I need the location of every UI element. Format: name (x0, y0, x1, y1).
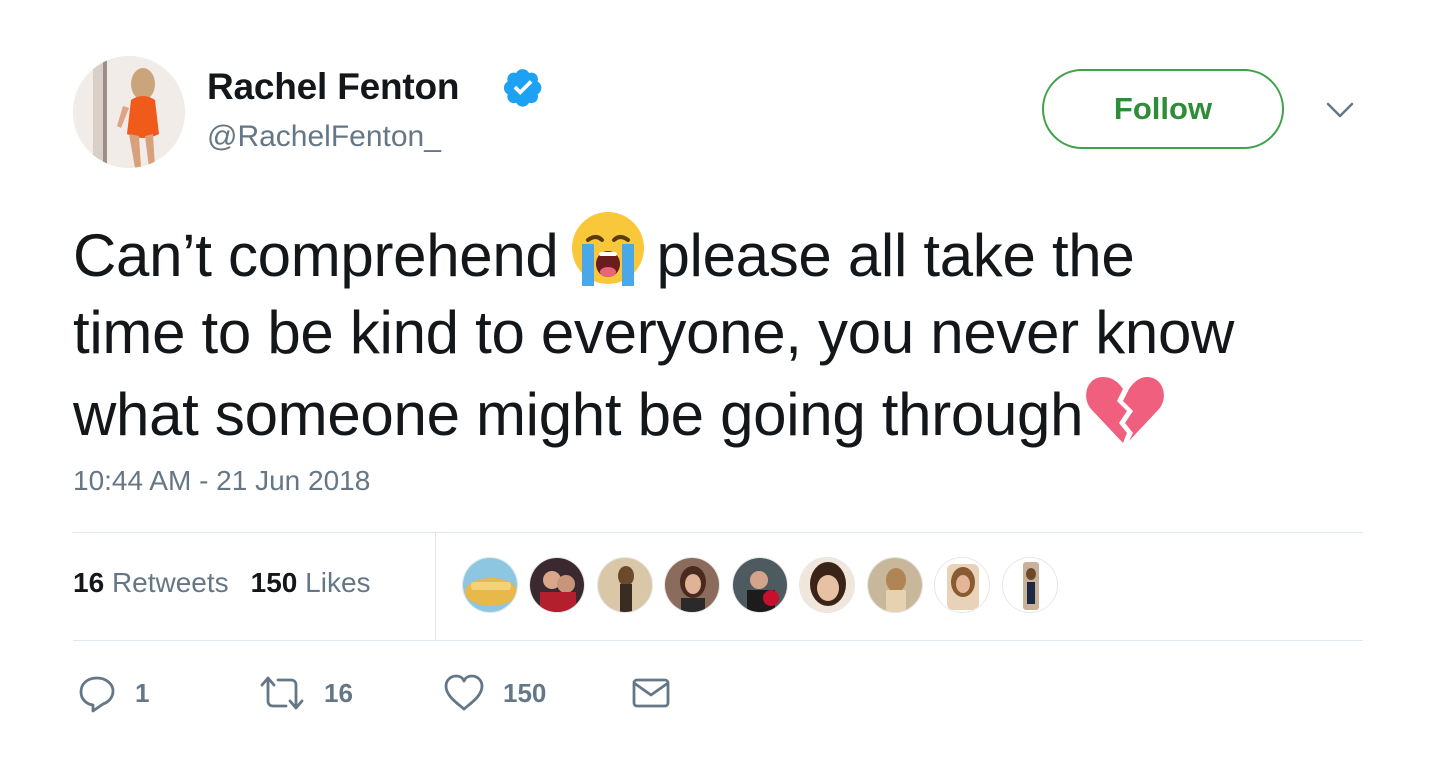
liker-avatar[interactable] (462, 557, 518, 613)
direct-message-button[interactable] (631, 668, 671, 718)
loudly-crying-face-icon (572, 212, 645, 286)
retweets-count: 16 (73, 567, 105, 598)
reply-count: 1 (135, 677, 150, 708)
likes-stat[interactable]: 150 Likes (251, 567, 371, 598)
liker-avatar[interactable] (867, 557, 923, 613)
chevron-down-icon[interactable] (1322, 96, 1358, 124)
tweet-stats: 16 Retweets 150 Likes (73, 567, 371, 599)
liker-avatar[interactable] (597, 557, 653, 613)
user-handle[interactable]: @RachelFenton_ (207, 120, 441, 154)
liker-avatar[interactable] (529, 557, 585, 613)
retweet-count: 16 (324, 677, 353, 708)
likes-label: Likes (305, 567, 371, 598)
divider (73, 640, 1363, 641)
user-display-name[interactable]: Rachel Fenton (207, 66, 460, 108)
like-count: 150 (503, 677, 547, 708)
tweet-text-part: Can’t comprehend (73, 222, 559, 289)
liker-avatar[interactable] (664, 557, 720, 613)
verified-badge-icon (503, 69, 542, 107)
likes-count: 150 (250, 567, 298, 598)
envelope-icon (632, 678, 670, 708)
liker-avatar[interactable] (934, 557, 990, 613)
liker-avatar[interactable] (799, 557, 855, 613)
follow-button[interactable]: Follow (1042, 69, 1284, 149)
reply-button[interactable]: 1 (77, 668, 149, 718)
divider (73, 532, 1363, 533)
liker-avatar[interactable] (732, 557, 788, 613)
tweet-text-part: please all take the (656, 222, 1135, 289)
reply-icon (79, 676, 115, 713)
tweet-card: Rachel Fenton @RachelFenton_ Follow Can’… (0, 0, 1440, 775)
like-button[interactable]: 150 (443, 668, 546, 718)
tweet-line-1: Can’t comprehend please all take the (73, 206, 1383, 294)
tweet-timestamp[interactable]: 10:44 AM - 21 Jun 2018 (73, 465, 370, 497)
liker-avatar[interactable] (1002, 557, 1058, 613)
divider (435, 533, 436, 640)
tweet-line-3: what someone might be going through (73, 371, 1383, 453)
heart-icon (444, 674, 484, 711)
tweet-text-part: what someone might be going through (73, 381, 1084, 448)
tweet-text: Can’t comprehend please all take the tim… (73, 206, 1383, 453)
retweet-icon (260, 676, 304, 710)
broken-heart-icon (1086, 377, 1165, 443)
retweets-label: Retweets (111, 567, 229, 598)
tweet-line-2: time to be kind to everyone, you never k… (73, 299, 1235, 366)
user-avatar[interactable] (73, 56, 185, 168)
retweet-button[interactable]: 16 (258, 668, 353, 718)
retweets-stat[interactable]: 16 Retweets (73, 567, 229, 598)
